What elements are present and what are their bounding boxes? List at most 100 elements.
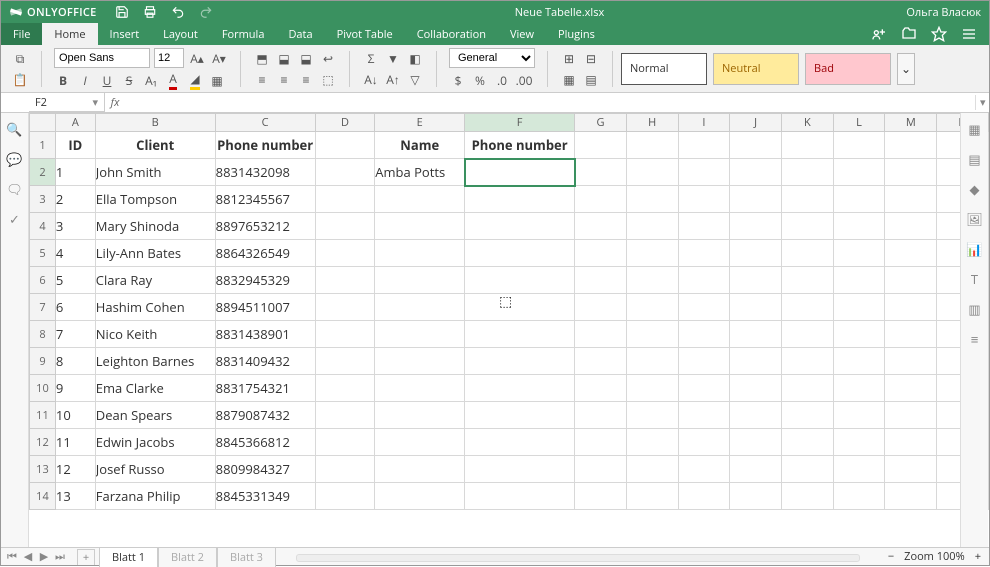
font-size-select[interactable] <box>154 48 184 68</box>
formula-input[interactable] <box>125 93 975 112</box>
col-header-F: F <box>465 114 575 132</box>
cell-settings-icon[interactable]: ▦ <box>967 121 983 137</box>
subsuper-button[interactable]: A₁ <box>142 71 160 89</box>
save-icon[interactable] <box>115 5 129 19</box>
italic-button[interactable]: I <box>76 71 94 89</box>
fill-color-icon[interactable]: ◢ <box>186 71 204 89</box>
align-center-icon[interactable]: ≡ <box>275 70 293 88</box>
filter-icon[interactable]: ▽ <box>406 70 424 88</box>
currency-icon[interactable]: $ <box>449 71 467 89</box>
sheet-last-icon[interactable]: ⏭ <box>53 549 67 564</box>
col-header-C: C <box>215 114 315 132</box>
formula-expand-icon[interactable]: ▾ <box>975 95 989 110</box>
number-format-select[interactable]: General <box>449 48 535 68</box>
sheet-first-icon[interactable]: ⏮ <box>5 549 19 564</box>
user-name[interactable]: Ольга Власюк <box>906 5 981 20</box>
left-sidebar: 🔍 💬 🗨 ✓ <box>1 113 29 547</box>
tab-insert[interactable]: Insert <box>98 23 152 45</box>
slicer-settings-icon[interactable]: ≡ <box>967 331 983 347</box>
font-color-icon[interactable]: A <box>164 71 182 89</box>
right-sidebar: ▦ ▤ ◆ 🖼 📊 T ▥ ≡ <box>960 113 988 547</box>
tab-collaboration[interactable]: Collaboration <box>405 23 498 45</box>
table-settings-icon[interactable]: ▤ <box>967 151 983 167</box>
sort-asc-icon[interactable]: A↓ <box>362 70 380 88</box>
tab-plugins[interactable]: Plugins <box>546 23 607 45</box>
fx-icon[interactable]: fx <box>105 95 125 110</box>
comments-icon[interactable]: 💬 <box>7 151 23 167</box>
decimal-dec-icon[interactable]: .0 <box>493 71 511 89</box>
merge-icon[interactable]: ⬚ <box>319 70 337 88</box>
col-header-J: J <box>730 114 782 132</box>
select-all-corner[interactable] <box>30 114 56 132</box>
clear-icon[interactable]: ◧ <box>406 49 424 67</box>
cell-style-bad[interactable]: Bad <box>805 53 891 85</box>
align-top-icon[interactable]: ⬒ <box>253 49 271 67</box>
text-settings-icon[interactable]: T <box>967 271 983 287</box>
align-left-icon[interactable]: ≡ <box>253 70 271 88</box>
wrap-text-icon[interactable]: ↩ <box>319 49 337 67</box>
image-settings-icon[interactable]: 🖼 <box>967 211 983 227</box>
zoom-label[interactable]: Zoom 100% <box>904 549 965 564</box>
cell-style-more[interactable]: ⌄ <box>897 53 915 85</box>
format-table-icon[interactable]: ▤ <box>582 70 600 88</box>
copy-icon[interactable]: ⧉ <box>11 49 29 67</box>
share-icon[interactable] <box>871 26 887 42</box>
sheet-tab-3[interactable]: Blatt 3 <box>217 547 276 567</box>
redo-icon[interactable] <box>199 5 213 19</box>
favorite-icon[interactable] <box>931 26 947 42</box>
cell-style-normal[interactable]: Normal <box>621 53 707 85</box>
percent-icon[interactable]: % <box>471 71 489 89</box>
align-right-icon[interactable]: ≡ <box>297 70 315 88</box>
underline-button[interactable]: U <box>98 71 116 89</box>
chart-settings-icon[interactable]: 📊 <box>967 241 983 257</box>
chat-icon[interactable]: 🗨 <box>7 181 23 197</box>
insert-cells-icon[interactable]: ⊞ <box>560 49 578 67</box>
title-bar: ONLYOFFICE Neue Tabelle.xlsx Ольга Власю… <box>1 1 989 23</box>
decrease-font-icon[interactable]: A▾ <box>210 49 228 67</box>
sheet-prev-icon[interactable]: ◀ <box>21 549 35 564</box>
tab-home[interactable]: Home <box>42 23 97 45</box>
delete-cells-icon[interactable]: ⊟ <box>582 49 600 67</box>
find-icon[interactable]: 🔍 <box>7 121 23 137</box>
tab-data[interactable]: Data <box>276 23 324 45</box>
autosum-icon[interactable]: Σ <box>362 49 380 67</box>
spellcheck-icon[interactable]: ✓ <box>7 211 23 227</box>
sheet-tab-2[interactable]: Blatt 2 <box>158 547 217 567</box>
fill-icon[interactable]: ▼ <box>384 49 402 67</box>
undo-icon[interactable] <box>171 5 185 19</box>
tab-view[interactable]: View <box>498 23 546 45</box>
name-box[interactable]: F2▾ <box>29 93 105 112</box>
decimal-inc-icon[interactable]: .00 <box>515 71 533 89</box>
zoom-in-button[interactable]: + <box>975 549 981 564</box>
zoom-out-button[interactable]: − <box>888 549 894 564</box>
add-sheet-button[interactable]: + <box>77 549 95 565</box>
increase-font-icon[interactable]: A▴ <box>188 49 206 67</box>
tab-layout[interactable]: Layout <box>151 23 210 45</box>
pivot-settings-icon[interactable]: ▥ <box>967 301 983 317</box>
cell-style-neutral[interactable]: Neutral <box>713 53 799 85</box>
sheet-next-icon[interactable]: ▶ <box>37 549 51 564</box>
font-name-select[interactable] <box>54 48 150 68</box>
sheet-tab-active[interactable]: Blatt 1 <box>99 547 158 567</box>
horizontal-scrollbar[interactable] <box>296 551 860 563</box>
col-header-M: M <box>885 114 937 132</box>
print-icon[interactable] <box>143 5 157 19</box>
bold-button[interactable]: B <box>54 71 72 89</box>
selected-cell[interactable] <box>465 159 575 186</box>
spreadsheet-grid[interactable]: A B C D E F G H I J K L M N 1IDClientPho… <box>29 113 989 547</box>
col-header-I: I <box>678 114 730 132</box>
align-bottom-icon[interactable]: ⬓ <box>297 49 315 67</box>
tab-formula[interactable]: Formula <box>210 23 277 45</box>
tab-pivot[interactable]: Pivot Table <box>325 23 405 45</box>
align-middle-icon[interactable]: ⬓ <box>275 49 293 67</box>
borders-icon[interactable]: ▦ <box>208 71 226 89</box>
file-tab[interactable]: File <box>1 23 42 45</box>
column-headers[interactable]: A B C D E F G H I J K L M N <box>30 114 989 132</box>
paste-icon[interactable]: 📋 <box>11 70 29 88</box>
menu-icon[interactable] <box>961 26 977 42</box>
strikethrough-button[interactable]: S <box>120 71 138 89</box>
conditional-format-icon[interactable]: ▦ <box>560 70 578 88</box>
sort-desc-icon[interactable]: A↑ <box>384 70 402 88</box>
open-location-icon[interactable] <box>901 26 917 42</box>
shape-settings-icon[interactable]: ◆ <box>967 181 983 197</box>
